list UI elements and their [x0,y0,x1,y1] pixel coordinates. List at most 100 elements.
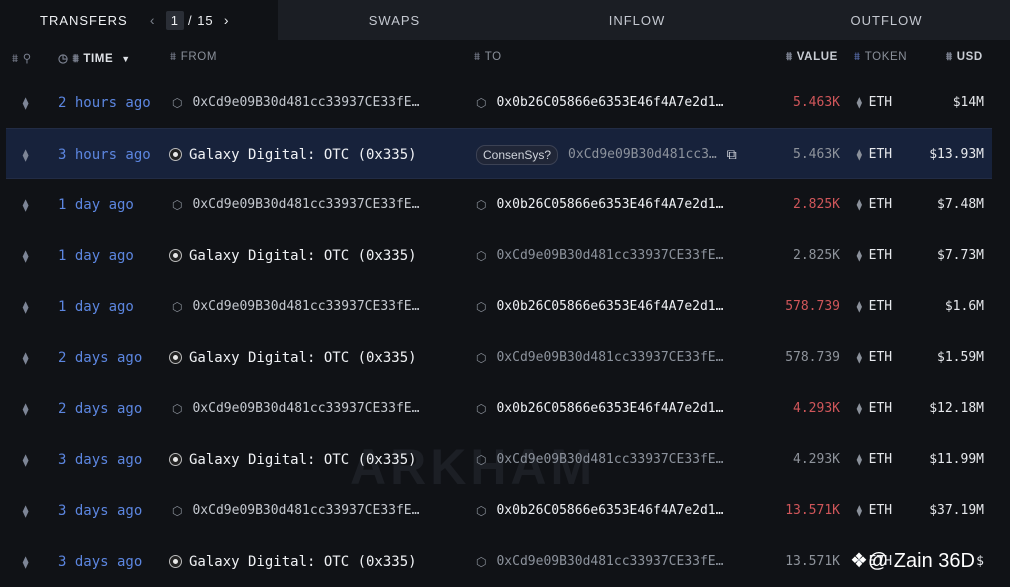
tab-transfers[interactable]: TRANSFERS ‹ 1 / 15 › [0,0,278,40]
row-from-address[interactable]: 0xCd9e09B30d481cc33937CE33fE… [192,299,419,314]
header-value[interactable]: ⩩ VALUE [786,51,838,64]
current-page-input[interactable]: 1 [165,10,184,30]
row-token[interactable]: ⧫ ETH [856,179,892,230]
table-row[interactable]: ⧫ 3 days ago Galaxy Digital: OTC (0x335)… [6,434,992,485]
row-time[interactable]: 2 days ago [58,383,142,434]
row-time[interactable]: 3 days ago [58,485,142,536]
table-row[interactable]: ⧫ 2 hours ago ⬡ 0xCd9e09B30d481cc33937CE3… [6,77,992,128]
sort-down-icon[interactable]: ▼ [121,54,131,64]
table-row[interactable]: ⧫ 2 days ago Galaxy Digital: OTC (0x335)… [6,332,992,383]
row-to[interactable]: ⬡ 0xCd9e09B30d481cc33937CE33fE… [476,332,723,383]
row-from-address[interactable]: 0xCd9e09B30d481cc33937CE33fE… [192,95,419,110]
row-from-entity[interactable]: Galaxy Digital: OTC (0x335) [189,350,417,366]
filter-icon[interactable]: ⩩ [170,51,177,63]
row-from[interactable]: Galaxy Digital: OTC (0x335) [169,434,417,485]
row-to-address[interactable]: 0x0b26C05866e6353E46f4A7e2d1… [496,95,723,110]
row-to[interactable]: ⬡ 0x0b26C05866e6353E46f4A7e2d1… [476,281,723,332]
entity-tag-badge[interactable]: ConsenSys? [476,144,559,165]
row-to[interactable]: ⬡ 0xCd9e09B30d481cc33937CE33fE… [476,230,723,281]
row-value: 4.293K [793,452,840,467]
row-to[interactable]: ConsenSys? 0xCd9e09B30d481cc3… ⧉ [476,129,737,180]
row-from[interactable]: ⬡ 0xCd9e09B30d481cc33937CE33fE… [172,179,419,230]
row-from[interactable]: ⬡ 0xCd9e09B30d481cc33937CE33fE… [172,281,419,332]
row-to[interactable]: ⬡ 0x0b26C05866e6353E46f4A7e2d1… [476,77,723,128]
row-token[interactable]: ⧫ ETH [856,77,892,128]
tab-inflow[interactable]: INFLOW [511,0,763,40]
filter-icon[interactable]: ⩩ [12,53,19,65]
row-time[interactable]: 1 day ago [58,179,134,230]
copy-icon[interactable]: ⧉ [727,147,737,163]
row-token[interactable]: ⧫ ETH [856,281,892,332]
row-from-address[interactable]: 0xCd9e09B30d481cc33937CE33fE… [192,503,419,518]
row-from-address[interactable]: 0xCd9e09B30d481cc33937CE33fE… [192,197,419,212]
filter-icon[interactable]: ⩩ [946,51,953,63]
prev-page-button[interactable]: ‹ [146,12,160,28]
table-row[interactable]: ⧫ 2 days ago ⬡ 0xCd9e09B30d481cc33937CE33… [6,383,992,434]
filter-icon[interactable]: ⩩ [854,51,861,63]
filter-icon[interactable]: ⩩ [786,51,793,63]
row-from[interactable]: ⬡ 0xCd9e09B30d481cc33937CE33fE… [172,485,419,536]
next-page-button[interactable]: › [220,12,234,28]
row-from[interactable]: Galaxy Digital: OTC (0x335) [169,230,417,281]
row-time[interactable]: 1 day ago [58,230,134,281]
header-time-label: TIME [83,53,114,65]
row-token[interactable]: ⧫ ETH [856,383,892,434]
row-to-address[interactable]: 0x0b26C05866e6353E46f4A7e2d1… [496,197,723,212]
row-to[interactable]: ⬡ 0x0b26C05866e6353E46f4A7e2d1… [476,485,723,536]
row-from-entity[interactable]: Galaxy Digital: OTC (0x335) [189,554,417,570]
row-from[interactable]: ⬡ 0xCd9e09B30d481cc33937CE33fE… [172,77,419,128]
row-to[interactable]: ⬡ 0x0b26C05866e6353E46f4A7e2d1… [476,179,723,230]
wallet-icon: ⬡ [172,299,183,314]
row-token[interactable]: ⧫ ETH [856,485,892,536]
row-to-address[interactable]: 0x0b26C05866e6353E46f4A7e2d1… [496,503,723,518]
filter-icon[interactable]: ⩩ [474,51,481,63]
row-to[interactable]: ⬡ 0xCd9e09B30d481cc33937CE33fE… [476,536,723,587]
tab-transfers-label: TRANSFERS [40,12,128,28]
row-to[interactable]: ⬡ 0x0b26C05866e6353E46f4A7e2d1… [476,383,723,434]
row-from[interactable]: Galaxy Digital: OTC (0x335) [169,332,417,383]
filter-icon[interactable]: ⩩ [73,53,80,65]
row-to-address[interactable]: 0xCd9e09B30d481cc33937CE33fE… [496,248,723,263]
header-filter-group[interactable]: ⩩ ⚲ [12,51,36,66]
row-from-entity[interactable]: Galaxy Digital: OTC (0x335) [189,147,417,163]
table-row-selected[interactable]: ⧫ 3 hours ago Galaxy Digital: OTC (0x335… [6,128,992,179]
row-to-address[interactable]: 0xCd9e09B30d481cc33937CE33fE… [496,452,723,467]
row-time[interactable]: 3 hours ago [58,129,151,180]
wallet-icon: ⬡ [476,95,487,110]
row-token[interactable]: ⧫ ETH [856,230,892,281]
row-time[interactable]: 1 day ago [58,281,134,332]
header-to[interactable]: ⩩ TO [474,51,502,64]
table-row[interactable]: ⧫ 3 days ago Galaxy Digital: OTC (0x335)… [6,536,992,587]
row-token[interactable]: ⧫ ETH [856,434,892,485]
row-time[interactable]: 2 days ago [58,332,142,383]
row-to-address[interactable]: 0x0b26C05866e6353E46f4A7e2d1… [496,299,723,314]
row-time[interactable]: 3 days ago [58,434,142,485]
row-from[interactable]: Galaxy Digital: OTC (0x335) [169,129,417,180]
row-to-address[interactable]: 0xCd9e09B30d481cc3… [568,147,717,162]
tab-outflow[interactable]: OUTFLOW [763,0,1010,40]
row-token[interactable]: ⧫ ETH [856,332,892,383]
tab-swaps[interactable]: SWAPS [278,0,511,40]
row-from[interactable]: ⬡ 0xCd9e09B30d481cc33937CE33fE… [172,383,419,434]
table-row[interactable]: ⧫ 1 day ago Galaxy Digital: OTC (0x335) … [6,230,992,281]
header-usd[interactable]: ⩩ USD [946,51,983,64]
row-time[interactable]: 2 hours ago [58,77,151,128]
row-from-address[interactable]: 0xCd9e09B30d481cc33937CE33fE… [192,401,419,416]
row-from-entity[interactable]: Galaxy Digital: OTC (0x335) [189,248,417,264]
table-row[interactable]: ⧫ 1 day ago ⬡ 0xCd9e09B30d481cc33937CE33f… [6,179,992,230]
row-to-address[interactable]: 0x0b26C05866e6353E46f4A7e2d1… [496,401,723,416]
row-from[interactable]: Galaxy Digital: OTC (0x335) [169,536,417,587]
row-to-address[interactable]: 0xCd9e09B30d481cc33937CE33fE… [496,554,723,569]
row-time[interactable]: 3 days ago [58,536,142,587]
row-to[interactable]: ⬡ 0xCd9e09B30d481cc33937CE33fE… [476,434,723,485]
table-row[interactable]: ⧫ 3 days ago ⬡ 0xCd9e09B30d481cc33937CE33… [6,485,992,536]
row-token[interactable]: ⧫ ETH [856,129,892,180]
eth-icon: ⧫ [22,350,30,365]
table-row[interactable]: ⧫ 1 day ago ⬡ 0xCd9e09B30d481cc33937CE33f… [6,281,992,332]
header-time[interactable]: ◷ ⩩ TIME ▼ [58,51,131,66]
header-from[interactable]: ⩩ FROM [170,51,217,64]
row-to-address[interactable]: 0xCd9e09B30d481cc33937CE33fE… [496,350,723,365]
header-token[interactable]: ⩩ TOKEN [854,51,907,64]
row-from-entity[interactable]: Galaxy Digital: OTC (0x335) [189,452,417,468]
link-icon[interactable]: ⚲ [23,53,32,65]
